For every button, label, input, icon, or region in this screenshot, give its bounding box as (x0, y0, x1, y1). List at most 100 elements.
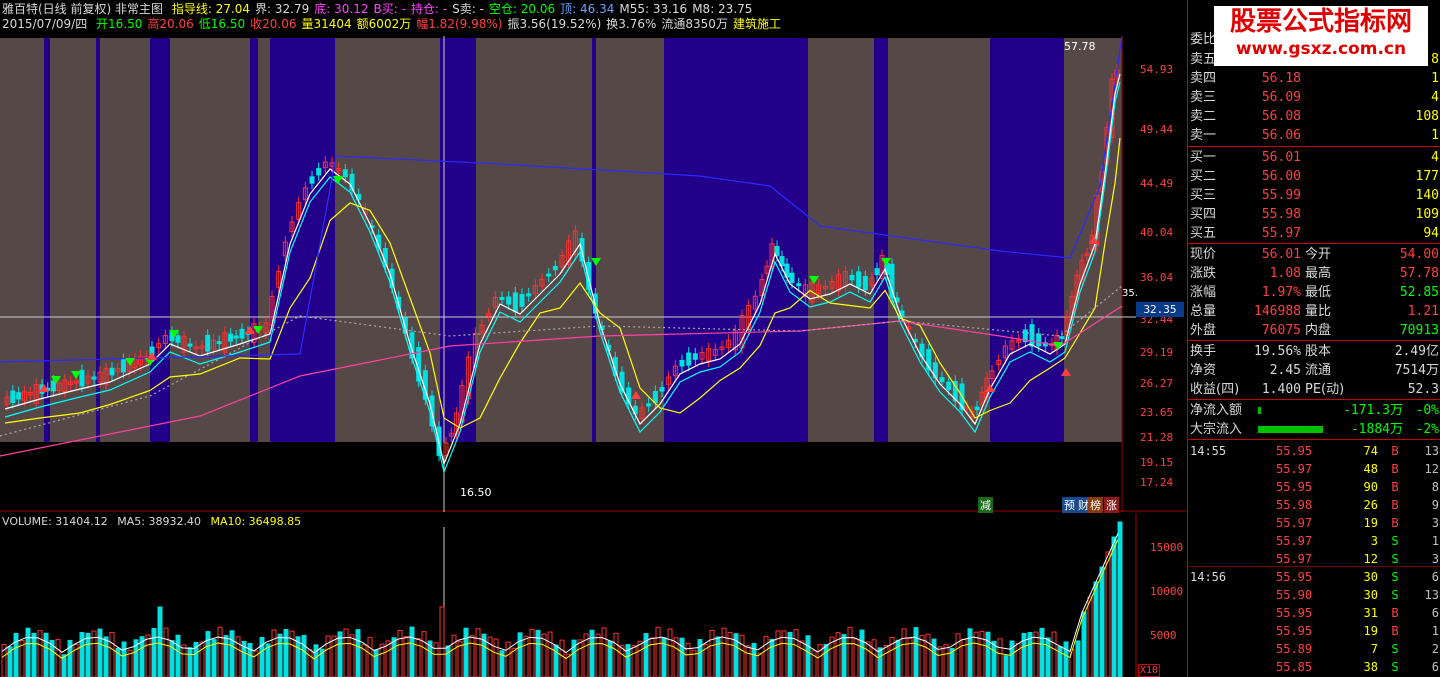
bar-value: 幅1.82(9.98%) (416, 17, 503, 31)
quote-label: 涨幅 (1190, 285, 1217, 300)
quote-row: 涨幅 1.97% 最低 52.85 (1188, 283, 1440, 302)
volume-bar (1033, 631, 1039, 677)
sell-level-volume: 108 (1415, 109, 1439, 124)
sell-level-price: 56.06 (1261, 128, 1301, 143)
indicator-value: 持仓: - (410, 2, 448, 16)
candle-body (546, 273, 552, 277)
volume-bar (529, 629, 535, 677)
bar-value: 高20.06 (147, 17, 194, 31)
ticks-divider (1188, 439, 1440, 440)
tick-volume: 19 (1363, 516, 1378, 530)
quote-value-2: 57.78 (1399, 266, 1439, 281)
tick-volume: 3 (1370, 534, 1378, 548)
candle-body (91, 376, 97, 380)
volume-bar (217, 626, 223, 677)
buy-level-price: 55.98 (1261, 207, 1301, 222)
volume-bar (841, 634, 847, 677)
tick-row: 14:55 55.95 74 B 13 (1188, 442, 1440, 460)
tick-direction: S (1391, 534, 1399, 548)
indicator-tag: 涨 (1104, 497, 1119, 513)
sell-level-label: 卖一 (1190, 128, 1217, 143)
candle-body (862, 275, 868, 291)
volume-bar (511, 647, 517, 677)
volume-chart[interactable] (0, 513, 1186, 677)
volume-bar (547, 631, 553, 677)
volume-bar (301, 634, 307, 677)
volume-ma5: MA5: 38932.40 (117, 515, 201, 528)
volume-bar (517, 632, 523, 677)
volume-ma5-line (1, 533, 1119, 654)
volume-bar (97, 628, 103, 677)
flows-divider (1188, 399, 1440, 400)
volume-bar (355, 629, 361, 677)
candle-body (342, 169, 348, 178)
volume-bar (877, 647, 883, 677)
quote-panel: 委比卖五56.208卖四56.181卖三56.094卖二56.08108卖一56… (1187, 0, 1440, 677)
tick-row: 55.97 48 B 12 (1188, 460, 1440, 478)
candle-body (216, 341, 222, 345)
volume-bar (763, 636, 769, 677)
buy-level-volume: 94 (1423, 226, 1439, 241)
quote-label-2: 量比 (1305, 304, 1332, 319)
volume-bar (175, 634, 181, 677)
volume-bar (145, 634, 151, 677)
tick-count: 6 (1431, 606, 1439, 620)
price-axis-label: 23.65 (1140, 406, 1174, 419)
candle-body (109, 367, 115, 376)
volume-bar (343, 628, 349, 677)
volume-bar (349, 634, 355, 677)
candle-body (679, 359, 685, 367)
stats-value-2: 7514万 (1394, 363, 1439, 378)
indicator-value: M55: 33.16 (619, 2, 688, 16)
indicator-value: S卖: - (452, 2, 484, 16)
indicator-tag: 预 (1062, 497, 1077, 513)
stats-label-2: PE(动) (1305, 382, 1345, 397)
stats-value: 2.45 (1269, 363, 1301, 378)
tick-volume: 74 (1363, 444, 1378, 458)
price-axis-label: 49.44 (1140, 123, 1174, 136)
buy-level-price: 55.97 (1261, 226, 1301, 241)
quote-value: 1.97% (1261, 285, 1301, 300)
volume-bar (739, 634, 745, 677)
stats-label-2: 流通 (1305, 363, 1332, 378)
volume-bar (313, 644, 319, 677)
volume-bar (277, 633, 283, 677)
tick-direction: B (1391, 498, 1399, 512)
volume-bar (187, 647, 193, 677)
buy-level-price: 56.01 (1261, 150, 1301, 165)
volume-bar (601, 627, 607, 677)
sell-level-volume: 1 (1431, 128, 1439, 143)
price-axis-label: 36.04 (1140, 271, 1174, 284)
indicator-tag: 榜 (1088, 497, 1103, 513)
volume-bar (1045, 637, 1051, 677)
volume-bar (871, 639, 877, 677)
candle-body (233, 335, 239, 339)
sell-level-label: 卖三 (1190, 90, 1217, 105)
buy-level-row: 买一 56.01 4 (1188, 148, 1440, 167)
candle-body (659, 387, 665, 392)
indicator-value: 空仓: 20.06 (488, 2, 556, 16)
volume-bar (589, 629, 595, 677)
price-chart[interactable] (0, 36, 1186, 512)
candle-body (228, 333, 234, 342)
volume-bar (1063, 641, 1069, 677)
quote-label-2: 最低 (1305, 285, 1332, 300)
zone-band (888, 38, 990, 442)
volume-unit: X10 (1138, 664, 1161, 677)
volume-bar (715, 636, 721, 677)
quote-value-2: 54.00 (1399, 247, 1439, 262)
volume-bar (913, 627, 919, 677)
sell-level-volume: 1 (1431, 71, 1439, 86)
volume-bar (955, 633, 961, 677)
flow-label: 净流入额 (1190, 403, 1243, 418)
candle-body (939, 377, 945, 383)
bar-value: 建筑施工 (732, 17, 781, 31)
stats-value: 19.56% (1254, 344, 1301, 359)
candle-body (526, 293, 532, 297)
indicator-value: 界: 32.79 (255, 2, 310, 16)
price-axis-label: 21.28 (1140, 431, 1174, 444)
volume-bar (1105, 551, 1111, 677)
indicator-value: M8: 23.75 (692, 2, 753, 16)
candle-body (1036, 333, 1042, 347)
buy-level-row: 买四 55.98 109 (1188, 205, 1440, 224)
